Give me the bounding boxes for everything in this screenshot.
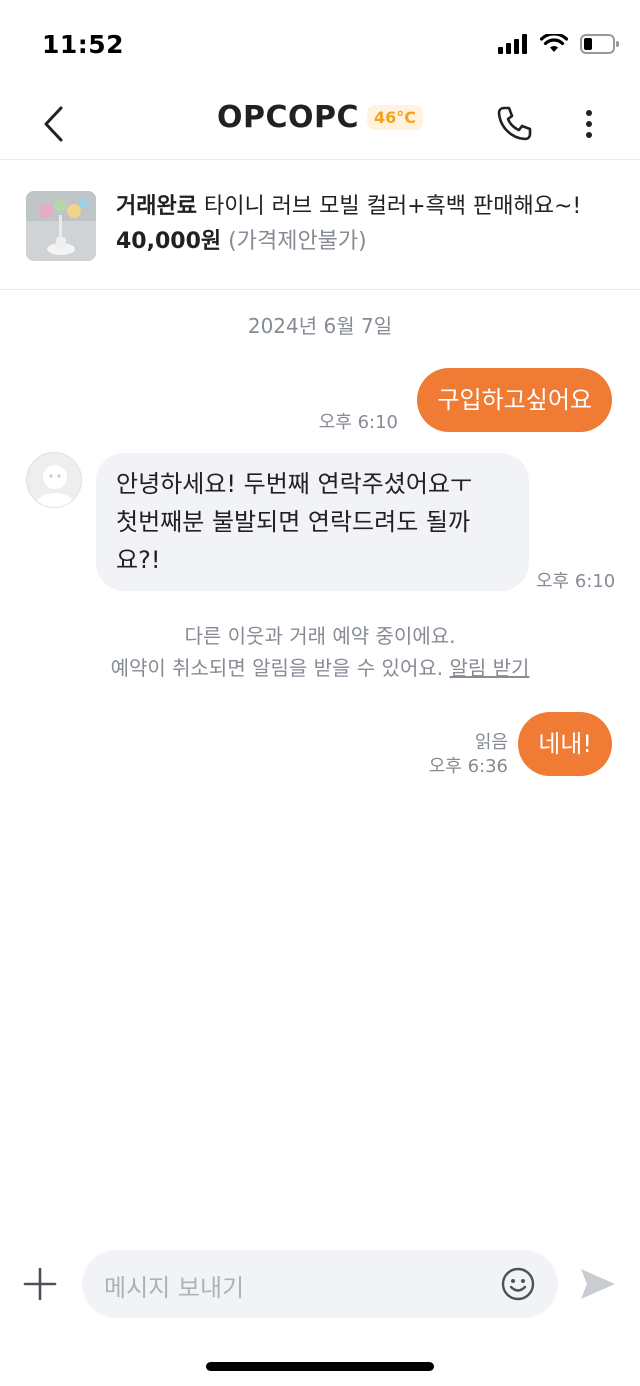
page-title[interactable]: OPCOPC	[217, 100, 359, 135]
plus-icon	[23, 1267, 57, 1301]
product-image-icon	[26, 191, 96, 261]
phone-icon	[497, 106, 532, 141]
chat-screen: 11:52 OPCOPC 46°C 거래완료 타이니 러브 모빌 컬러+흑백 판…	[0, 0, 640, 1386]
date-separator: 2024년 6월 7일	[247, 314, 393, 338]
emoji-icon[interactable]	[500, 1266, 536, 1302]
message-input[interactable]: 메시지 보내기	[82, 1250, 558, 1318]
more-options-button[interactable]	[574, 102, 604, 146]
product-title-line: 거래완료 타이니 러브 모빌 컬러+흑백 판매해요~!	[116, 191, 620, 223]
message-time: 오후 6:10	[536, 571, 616, 592]
send-button[interactable]	[578, 1264, 618, 1304]
battery-icon	[580, 34, 619, 54]
avatar[interactable]	[26, 452, 82, 508]
price-note: (가격제안불가)	[228, 229, 367, 254]
attach-button[interactable]	[20, 1264, 60, 1304]
status-icons	[498, 34, 620, 54]
product-name: 타이니 러브 모빌 컬러+흑백 판매해요~!	[203, 194, 582, 219]
message-input-placeholder: 메시지 보내기	[104, 1274, 245, 1302]
message-bubble-incoming[interactable]: 안녕하세요! 두번째 연락주셨어요ㅜ 첫번째분 불발되면 연락드려도 될까 요?…	[96, 453, 529, 591]
title-wrap: OPCOPC 46°C	[0, 100, 640, 135]
notification-link[interactable]: 알림 받기	[449, 656, 529, 680]
status-bar: 11:52	[0, 0, 640, 88]
send-icon	[581, 1269, 615, 1299]
signal-icon	[498, 34, 527, 54]
read-receipt: 읽음	[474, 732, 508, 753]
product-thumbnail	[26, 191, 96, 261]
message-bubble-outgoing[interactable]: 네내!	[518, 712, 612, 776]
message-time: 오후 6:10	[318, 412, 398, 433]
trade-status: 거래완료	[116, 194, 197, 219]
chat-header: OPCOPC 46°C	[0, 88, 640, 160]
status-time: 11:52	[42, 30, 125, 59]
product-price: 40,000원	[116, 229, 222, 254]
message-bubble-outgoing[interactable]: 구입하고싶어요	[417, 368, 612, 432]
message-line: 안녕하세요! 두번째 연락주셨어요ㅜ	[116, 470, 473, 498]
message-time: 오후 6:36	[428, 756, 508, 777]
product-info: 거래완료 타이니 러브 모빌 컬러+흑백 판매해요~! 40,000원 (가격제…	[116, 191, 620, 259]
more-vertical-icon	[586, 110, 592, 138]
home-indicator	[206, 1362, 434, 1371]
system-notice-text: 예약이 취소되면 알림을 받을 수 있어요.	[110, 656, 444, 680]
product-price-line: 40,000원 (가격제안불가)	[116, 225, 620, 259]
product-summary[interactable]: 거래완료 타이니 러브 모빌 컬러+흑백 판매해요~! 40,000원 (가격제…	[0, 161, 640, 290]
default-avatar-icon	[27, 453, 81, 507]
system-notice-line: 다른 이웃과 거래 예약 중이에요.	[184, 624, 456, 648]
message-input-bar: 메시지 보내기	[0, 1238, 640, 1328]
message-line: 요?!	[116, 546, 161, 574]
system-notice-line: 예약이 취소되면 알림을 받을 수 있어요. 알림 받기	[0, 652, 640, 684]
call-button[interactable]	[492, 102, 536, 146]
message-line: 첫번째분 불발되면 연락드려도 될까	[116, 508, 471, 536]
manner-temperature-badge: 46°C	[367, 105, 424, 130]
system-notice: 다른 이웃과 거래 예약 중이에요. 예약이 취소되면 알림을 받을 수 있어요…	[0, 620, 640, 684]
wifi-icon	[540, 34, 568, 52]
